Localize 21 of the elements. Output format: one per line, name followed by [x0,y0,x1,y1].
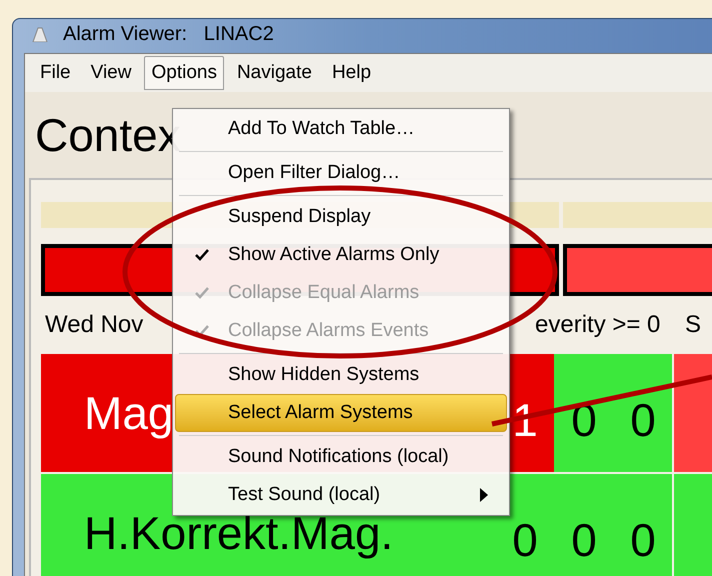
count-cell: 0 [554,474,614,576]
menu-item[interactable]: Suspend Display [175,198,507,236]
checkmark-icon [195,287,209,299]
checkmark-icon [195,249,209,261]
submenu-arrow-icon [480,488,488,502]
menu-bar-item[interactable]: View [84,56,138,90]
window-title: Alarm Viewer: LINAC2 [63,22,274,47]
menu-bar-item[interactable]: File [33,56,78,90]
count-cell: 0 [614,354,672,472]
menu-bar-item[interactable]: Navigate [230,56,319,90]
menu-bar-item[interactable]: Help [324,56,378,90]
menu-item[interactable]: Show Active Alarms Only [175,236,507,274]
menu-item[interactable]: Select Alarm Systems [175,394,507,432]
date-text: Wed Nov [45,311,144,338]
app-icon [31,26,49,42]
count-cell: 0 [614,474,672,576]
column-text: S [685,310,702,340]
checkmark-icon [195,325,209,337]
menu-bar-item[interactable]: Options [144,56,224,90]
count-cell: 0 [496,474,554,576]
severity-filter-text: everity >= 0 [535,311,660,338]
